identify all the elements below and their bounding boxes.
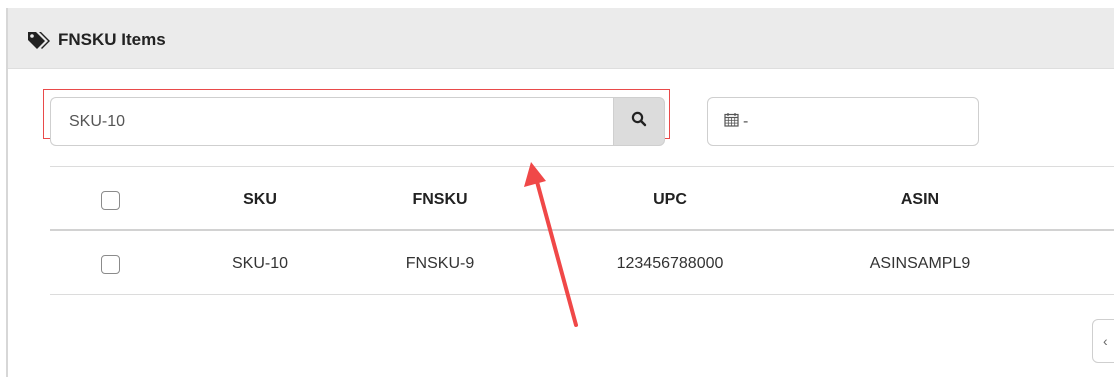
items-table: SKU FNSKU UPC ASIN SKU-10 FNSKU-9 123456… xyxy=(50,166,1114,296)
select-all-cell xyxy=(95,180,125,220)
search-button[interactable] xyxy=(613,97,665,146)
row-select-cell xyxy=(95,244,125,284)
column-header-asin[interactable]: ASIN xyxy=(860,180,980,220)
screenshot-frame: FNSKU Items SKU-10 - SKU FNSKU UPC ASIN … xyxy=(0,0,1114,377)
calendar-icon xyxy=(724,112,739,132)
row-checkbox[interactable] xyxy=(100,254,120,274)
tags-icon xyxy=(26,30,50,50)
date-range-value: - xyxy=(743,112,749,130)
panel-header: FNSKU Items xyxy=(8,8,1114,69)
cell-asin: ASINSAMPL9 xyxy=(869,255,971,272)
panel-title-text: FNSKU Items xyxy=(58,30,166,49)
column-header-fnsku[interactable]: FNSKU xyxy=(390,180,490,220)
table-header-border xyxy=(50,229,1114,231)
date-range-picker[interactable]: - xyxy=(707,97,979,146)
cell-upc: 123456788000 xyxy=(616,255,724,272)
pagination-prev-label: ‹ xyxy=(1103,333,1108,349)
table-row-border xyxy=(50,294,1114,295)
table-top-border xyxy=(50,166,1114,167)
search-input[interactable] xyxy=(50,97,613,146)
search-group xyxy=(50,97,665,146)
search-icon xyxy=(631,111,647,132)
pagination-prev-button[interactable]: ‹ xyxy=(1092,319,1114,363)
cell-sku: SKU-10 xyxy=(231,255,289,272)
select-all-checkbox[interactable] xyxy=(100,190,120,210)
column-header-upc[interactable]: UPC xyxy=(610,180,730,220)
panel-title: FNSKU Items xyxy=(26,26,166,54)
cell-fnsku: FNSKU-9 xyxy=(405,255,475,272)
column-header-sku[interactable]: SKU xyxy=(210,180,310,220)
